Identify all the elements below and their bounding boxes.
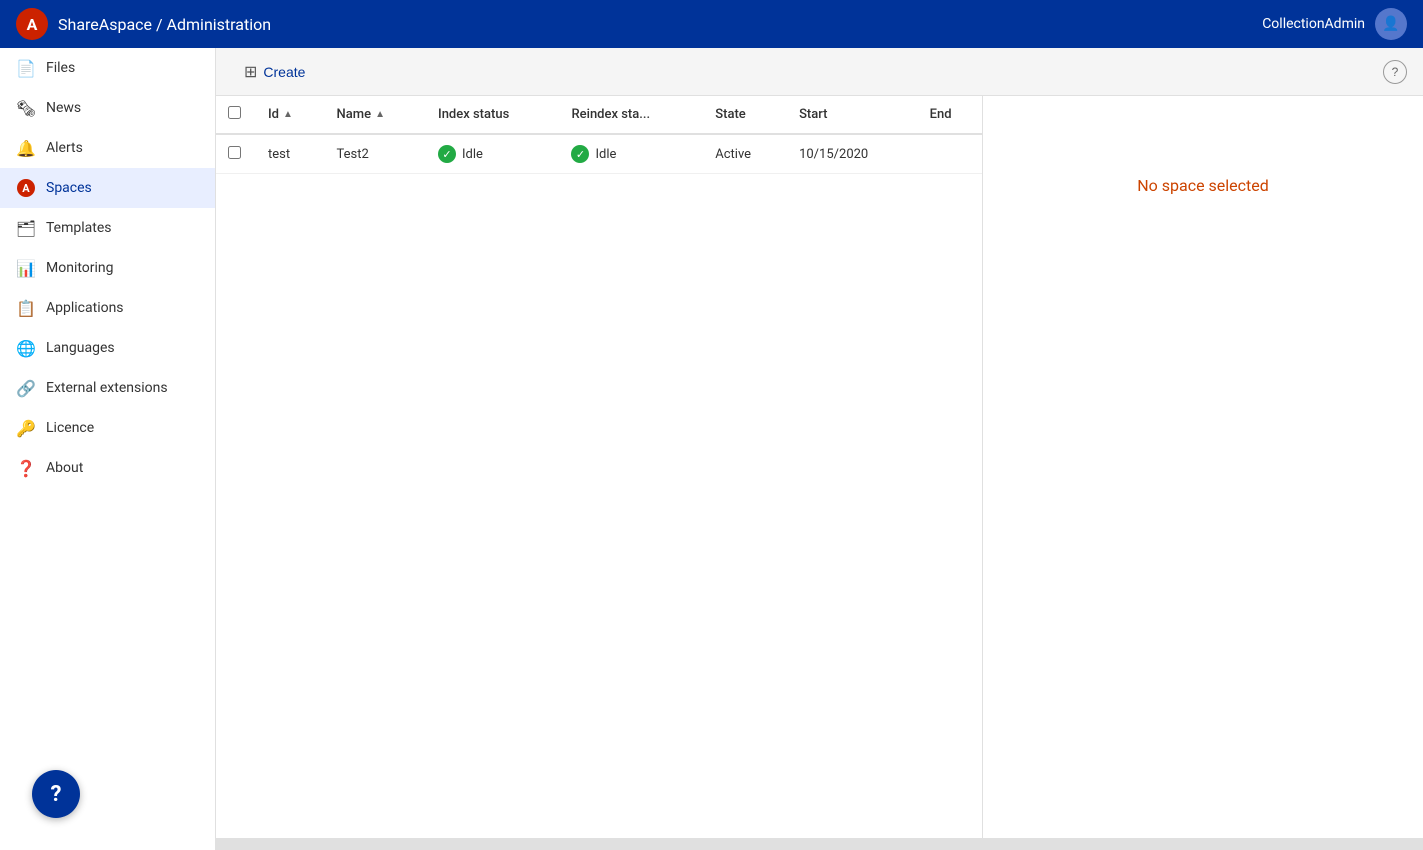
sidebar-label-external-extensions: External extensions xyxy=(46,380,168,396)
create-label: Create xyxy=(263,64,305,80)
sidebar-label-templates: Templates xyxy=(46,220,112,236)
no-space-message: No space selected xyxy=(1137,176,1269,195)
table-row[interactable]: test Test2 ✓ Idle ✓ Idle Active 10/15/20… xyxy=(216,134,982,174)
col-id-sort-icon: ▲ xyxy=(283,109,293,120)
username-label: CollectionAdmin xyxy=(1262,16,1365,32)
sidebar-label-about: About xyxy=(46,460,83,476)
applications-icon: 📋 xyxy=(16,298,36,318)
sidebar-label-alerts: Alerts xyxy=(46,140,83,156)
sidebar-item-alerts[interactable]: 🔔 Alerts xyxy=(0,128,215,168)
col-reindex-status-label: Reindex sta... xyxy=(571,107,650,122)
sidebar-label-languages: Languages xyxy=(46,340,115,356)
sidebar-item-spaces[interactable]: A Spaces xyxy=(0,168,215,208)
toolbar-help-button[interactable]: ? xyxy=(1383,60,1407,84)
col-state-label: State xyxy=(715,107,746,122)
cell-reindex-status: ✓ Idle xyxy=(559,134,703,174)
sidebar-item-files[interactable]: 📄 Files xyxy=(0,48,215,88)
col-id-label: Id xyxy=(268,107,279,122)
table-area: Id ▲ Name ▲ Index s xyxy=(216,96,983,850)
col-header-reindex-status: Reindex sta... xyxy=(559,96,703,134)
sidebar-label-files: Files xyxy=(46,60,75,76)
bottom-scrollbar[interactable] xyxy=(216,838,1423,850)
split-pane: Id ▲ Name ▲ Index s xyxy=(216,96,1423,850)
cell-state: Active xyxy=(703,134,787,174)
toolbar: ⊞ Create ? xyxy=(216,48,1423,96)
sidebar-label-monitoring: Monitoring xyxy=(46,260,114,276)
col-index-status-label: Index status xyxy=(438,107,509,122)
sidebar-item-monitoring[interactable]: 📊 Monitoring xyxy=(0,248,215,288)
licence-icon: 🔑 xyxy=(16,418,36,438)
create-button[interactable]: ⊞ Create xyxy=(232,56,317,88)
sidebar-item-external-extensions[interactable]: 🔗 External extensions xyxy=(0,368,215,408)
row-checkbox[interactable] xyxy=(228,146,241,159)
cell-id: test xyxy=(256,134,325,174)
col-start-label: Start xyxy=(799,107,827,122)
sidebar-item-licence[interactable]: 🔑 Licence xyxy=(0,408,215,448)
header: A ShareAspace / Administration Collectio… xyxy=(0,0,1423,48)
toolbar-left: ⊞ Create xyxy=(232,56,317,88)
content-area: ⊞ Create ? xyxy=(216,48,1423,850)
sidebar-label-news: News xyxy=(46,100,81,116)
reindex-status-dot: ✓ xyxy=(571,145,589,163)
alerts-icon: 🔔 xyxy=(16,138,36,158)
cell-start: 10/15/2020 xyxy=(787,134,918,174)
header-right: CollectionAdmin 👤 xyxy=(1262,8,1407,40)
select-all-checkbox[interactable] xyxy=(228,106,241,119)
cell-end xyxy=(918,134,982,174)
col-header-start: Start xyxy=(787,96,918,134)
logo-icon: A xyxy=(16,8,48,40)
header-left: A ShareAspace / Administration xyxy=(16,8,271,40)
sidebar-label-licence: Licence xyxy=(46,420,94,436)
external-extensions-icon: 🔗 xyxy=(16,378,36,398)
file-icon: 📄 xyxy=(16,58,36,78)
reindex-status-text: Idle xyxy=(595,147,616,162)
about-icon: ❓ xyxy=(16,458,36,478)
sidebar-item-about[interactable]: ❓ About xyxy=(0,448,215,488)
col-header-state: State xyxy=(703,96,787,134)
news-icon: 🗞 xyxy=(16,98,36,118)
svg-text:A: A xyxy=(22,182,30,195)
monitoring-icon: 📊 xyxy=(16,258,36,278)
col-header-name[interactable]: Name ▲ xyxy=(325,96,426,134)
col-name-sort-icon: ▲ xyxy=(375,109,385,120)
main-layout: 📄 Files 🗞 News 🔔 Alerts A Spaces 🗂 Templ… xyxy=(0,48,1423,850)
cell-index-status: ✓ Idle xyxy=(426,134,559,174)
sidebar-item-news[interactable]: 🗞 News xyxy=(0,88,215,128)
sidebar: 📄 Files 🗞 News 🔔 Alerts A Spaces 🗂 Templ… xyxy=(0,48,216,850)
languages-icon: 🌐 xyxy=(16,338,36,358)
cell-name: Test2 xyxy=(325,134,426,174)
col-end-label: End xyxy=(930,107,952,122)
sidebar-label-spaces: Spaces xyxy=(46,180,92,196)
sidebar-item-applications[interactable]: 📋 Applications xyxy=(0,288,215,328)
spaces-icon: A xyxy=(16,178,36,198)
avatar[interactable]: 👤 xyxy=(1375,8,1407,40)
create-plus-icon: ⊞ xyxy=(244,62,257,82)
templates-icon: 🗂 xyxy=(16,218,36,238)
col-header-index-status: Index status xyxy=(426,96,559,134)
sidebar-item-templates[interactable]: 🗂 Templates xyxy=(0,208,215,248)
sidebar-item-languages[interactable]: 🌐 Languages xyxy=(0,328,215,368)
help-fab-button[interactable]: ? xyxy=(32,770,80,818)
spaces-table: Id ▲ Name ▲ Index s xyxy=(216,96,982,174)
col-header-id[interactable]: Id ▲ xyxy=(256,96,325,134)
app-title: ShareAspace / Administration xyxy=(58,15,271,34)
sidebar-label-applications: Applications xyxy=(46,300,124,316)
right-panel: No space selected xyxy=(983,96,1423,850)
index-status-dot: ✓ xyxy=(438,145,456,163)
index-status-text: Idle xyxy=(462,147,483,162)
col-name-label: Name xyxy=(337,107,372,122)
col-header-end: End xyxy=(918,96,982,134)
